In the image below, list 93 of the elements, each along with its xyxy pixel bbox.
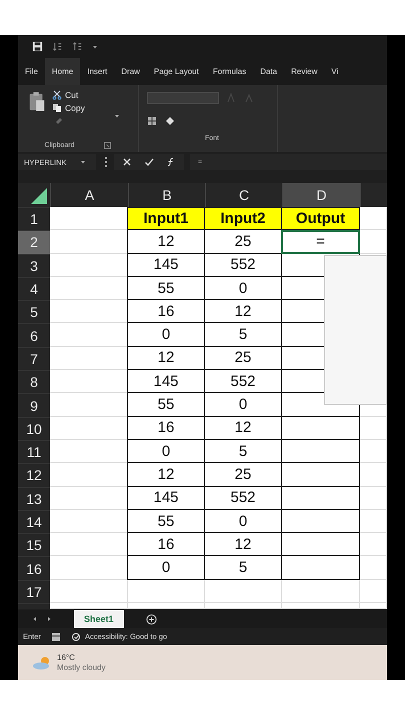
borders-icon[interactable]	[147, 116, 157, 126]
row-header[interactable]: 12	[18, 463, 50, 487]
active-cell[interactable]: =	[281, 230, 360, 254]
scissors-icon	[52, 90, 62, 100]
table-cell: 25	[204, 230, 282, 254]
cut-button[interactable]: Cut	[52, 90, 85, 100]
ribbon-tab[interactable]: Vi	[324, 58, 346, 85]
row-header[interactable]: 4	[18, 276, 50, 300]
table-cell: 552	[204, 370, 282, 394]
table-cell: 0	[204, 510, 282, 534]
caret-icon[interactable]	[114, 113, 120, 119]
row-header[interactable]: 5	[18, 300, 50, 324]
cancel-icon[interactable]	[122, 157, 132, 167]
row-header[interactable]: 3	[18, 254, 50, 277]
save-icon[interactable]	[32, 41, 43, 52]
table-cell: 0	[204, 276, 282, 300]
dialog-launcher-icon[interactable]	[104, 142, 112, 148]
insert-function-icon[interactable]	[166, 157, 176, 167]
temperature: 16°C	[57, 652, 76, 662]
table-cell: 145	[127, 486, 205, 510]
table-cell: 0	[127, 323, 205, 347]
row-header[interactable]: 6	[18, 323, 50, 347]
select-all-icon[interactable]	[31, 188, 47, 204]
weather-condition: Mostly cloudy	[57, 662, 106, 672]
table-cell: 552	[204, 254, 282, 277]
table-cell: 12	[204, 533, 282, 556]
accessibility-icon[interactable]	[70, 632, 81, 642]
table-cell: 55	[127, 276, 205, 300]
column-header[interactable]: D	[282, 183, 360, 207]
table-cell: 5	[204, 440, 282, 464]
row-header[interactable]: 1	[18, 207, 50, 230]
row-header[interactable]: 17	[18, 580, 50, 604]
ribbon-tab[interactable]: Draw	[114, 58, 147, 85]
sort-descending-icon[interactable]	[72, 41, 83, 52]
scroll-right-icon[interactable]	[46, 616, 52, 622]
table-cell: 5	[204, 556, 282, 580]
table-cell: 25	[204, 463, 282, 487]
table-cell: 0	[127, 440, 205, 464]
ribbon-tab[interactable]: Page Layout	[146, 58, 206, 85]
row-header[interactable]: 16	[18, 556, 50, 580]
ribbon-tab[interactable]: Formulas	[206, 58, 254, 85]
ribbon-tab[interactable]: Data	[253, 58, 284, 85]
table-cell: 552	[204, 486, 282, 510]
row-header[interactable]: 2	[18, 230, 50, 254]
format-painter-icon[interactable]	[54, 116, 64, 126]
enter-check-icon[interactable]	[144, 157, 154, 167]
copy-icon	[52, 103, 62, 113]
table-cell: 55	[127, 510, 205, 534]
table-cell: 0	[204, 393, 282, 417]
table-cell: 145	[127, 370, 205, 394]
copy-button[interactable]: Copy	[52, 103, 85, 113]
column-header[interactable]: A	[50, 183, 128, 207]
table-cell: 12	[204, 300, 282, 324]
paste-icon[interactable]	[28, 90, 46, 114]
table-cell: 5	[204, 323, 282, 347]
dropdown-icon[interactable]	[92, 44, 98, 50]
column-header[interactable]: C	[205, 183, 282, 207]
table-cell: Input1	[127, 207, 205, 230]
caret-icon[interactable]	[80, 159, 86, 165]
table-cell: 12	[127, 346, 205, 370]
table-cell: Input2	[204, 207, 282, 230]
row-header[interactable]: 9	[18, 393, 50, 417]
row-header[interactable]: 10	[18, 416, 50, 440]
ribbon-tab[interactable]: File	[18, 58, 45, 85]
table-cell: 16	[127, 300, 205, 324]
table-cell: 25	[204, 346, 282, 370]
table-cell: 16	[127, 416, 205, 440]
table-cell: 55	[127, 393, 205, 417]
column-header[interactable]: B	[128, 183, 205, 207]
table-cell: 12	[204, 416, 282, 440]
table-cell: 12	[127, 463, 205, 487]
sheet-view-icon[interactable]	[50, 632, 61, 642]
table-cell: 16	[127, 533, 205, 556]
row-header[interactable]: 7	[18, 346, 50, 370]
row-header[interactable]: 11	[18, 440, 50, 464]
fill-color-icon[interactable]	[165, 116, 175, 126]
table-cell: 12	[127, 230, 205, 254]
table-cell: 0	[127, 556, 205, 580]
add-sheet-icon[interactable]	[146, 614, 157, 624]
ribbon-tab[interactable]: Review	[284, 58, 324, 85]
table-cell: Output	[281, 207, 360, 230]
row-header[interactable]: 15	[18, 533, 50, 556]
ribbon-tab[interactable]: Insert	[80, 58, 114, 85]
font-name-field[interactable]	[147, 92, 219, 104]
more-options-icon[interactable]	[104, 156, 108, 168]
ribbon-tab[interactable]: Home	[44, 58, 80, 85]
row-header[interactable]: 8	[18, 370, 50, 394]
table-cell: 145	[127, 254, 205, 277]
row-header[interactable]: 14	[18, 510, 50, 534]
row-header[interactable]: 13	[18, 486, 50, 510]
sheet-tab[interactable]: Sheet1	[74, 610, 124, 628]
sort-ascending-icon[interactable]	[52, 41, 63, 52]
scroll-left-icon[interactable]	[32, 616, 38, 622]
